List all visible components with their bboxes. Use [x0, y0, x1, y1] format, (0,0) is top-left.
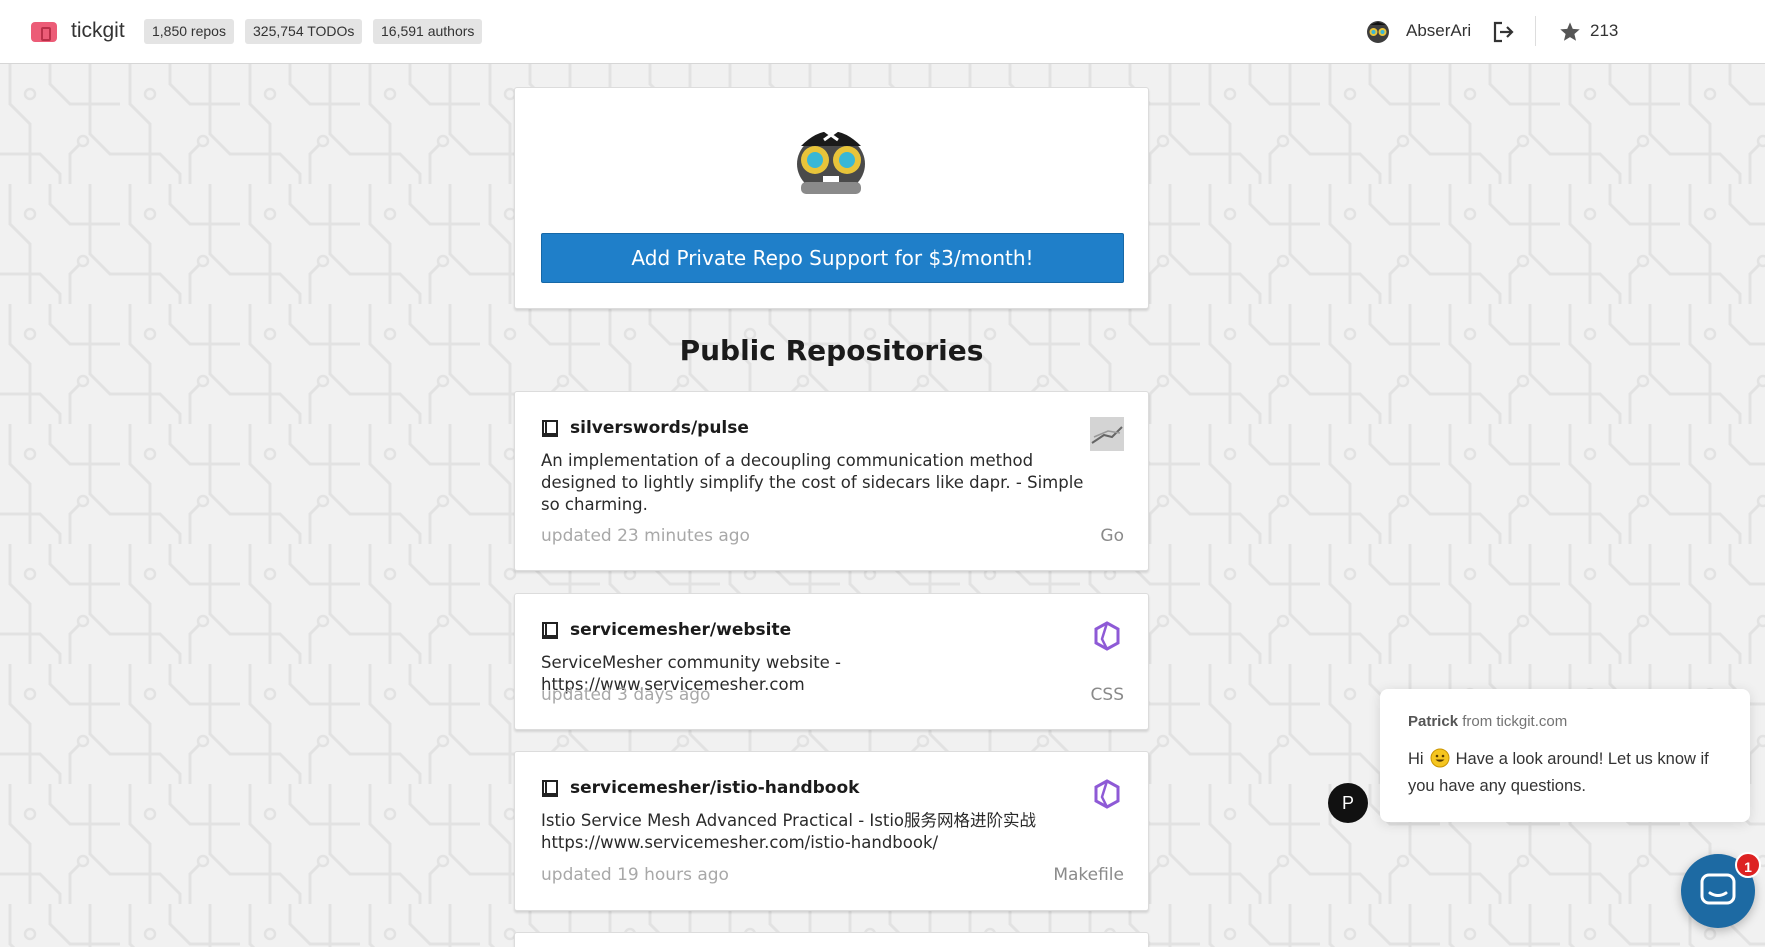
ticket-icon[interactable] [31, 22, 57, 42]
chat-sender-name: Patrick [1408, 713, 1459, 730]
pirate-gopher-mascot [797, 125, 865, 194]
promo-panel: Add Private Repo Support for $3/month! [514, 87, 1149, 309]
todos-count-badge: 325,754 TODOs [245, 19, 363, 44]
repo-language: CSS [1090, 685, 1124, 705]
servicemesher-logo-icon[interactable] [1090, 777, 1124, 811]
chat-message-text: Have a look around! Let us know if you h… [1408, 750, 1709, 795]
repo-card[interactable]: servicemesher/istio-handbook Istio Servi… [514, 751, 1149, 911]
repo-name-link[interactable]: servicemesher/istio-handbook [570, 778, 859, 798]
username[interactable]: AbserAri [1406, 21, 1471, 41]
chat-icon [1700, 873, 1736, 905]
repo-language: Go [1100, 526, 1124, 546]
authors-count-badge: 16,591 authors [373, 19, 483, 44]
chat-message-bubble[interactable]: Patrick from tickgit.com Hi Have a look … [1380, 689, 1750, 822]
chat-message: Hi Have a look around! Let us know if yo… [1408, 746, 1728, 800]
servicemesher-logo-icon[interactable] [1090, 619, 1124, 653]
repo-description-line: https://www.servicemesher.com/istio-hand… [541, 833, 939, 852]
star-count[interactable]: 213 [1590, 21, 1618, 41]
repo-book-icon [542, 780, 558, 797]
nav-divider [1535, 16, 1536, 46]
repo-description: An implementation of a decoupling commun… [541, 451, 1084, 514]
repo-card[interactable]: servicemesher/website ServiceMesher comm… [514, 593, 1149, 730]
repo-language: Makefile [1053, 865, 1124, 885]
repo-card[interactable]: silverswords/pulse An implementation of … [514, 391, 1149, 571]
repo-name-link[interactable]: silverswords/pulse [570, 418, 749, 438]
repo-name-link[interactable]: servicemesher/website [570, 620, 791, 640]
repo-updated-time: updated 23 minutes ago [541, 526, 750, 546]
chat-unread-badge: 1 [1735, 852, 1761, 878]
chat-agent-avatar: P [1328, 783, 1368, 823]
repo-book-icon [542, 622, 558, 639]
chat-sender: Patrick from tickgit.com [1408, 713, 1567, 730]
repo-updated-time: updated 3 days ago [541, 685, 711, 705]
star-icon[interactable] [1559, 21, 1581, 43]
logout-icon[interactable] [1492, 20, 1516, 44]
repos-count-badge: 1,850 repos [144, 19, 234, 44]
repo-card[interactable] [514, 932, 1149, 947]
repo-book-icon [542, 420, 558, 437]
top-navbar: tickgit 1,850 repos 325,754 TODOs 16,591… [0, 0, 1765, 64]
repo-description-line: Istio Service Mesh Advanced Practical - … [541, 811, 1037, 830]
repo-owner-avatar[interactable] [1090, 417, 1124, 451]
public-repositories-heading: Public Repositories [679, 334, 984, 367]
repo-description: Istio Service Mesh Advanced Practical - … [541, 810, 1086, 854]
chat-sender-from: from tickgit.com [1462, 713, 1568, 730]
brand-name[interactable]: tickgit [71, 19, 125, 43]
smiley-emoji-icon [1430, 748, 1450, 768]
repo-updated-time: updated 19 hours ago [541, 865, 729, 885]
chat-greeting: Hi [1408, 750, 1424, 768]
user-avatar[interactable] [1366, 20, 1390, 44]
private-repo-support-button[interactable]: Add Private Repo Support for $3/month! [541, 233, 1124, 283]
